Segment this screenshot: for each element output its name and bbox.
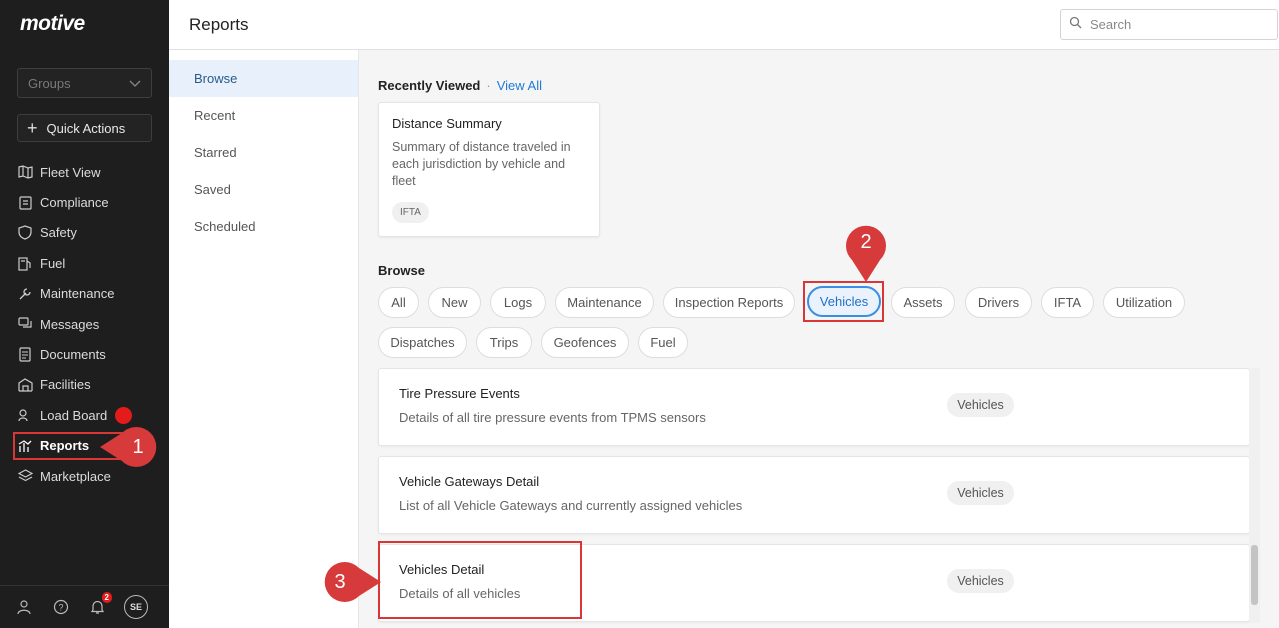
step-number: 2 [860, 231, 872, 253]
step-marker-3: 3 [317, 560, 381, 604]
motive-logo[interactable]: motive [20, 12, 85, 36]
sidebar-footer: ? 2 SE [0, 585, 169, 628]
shield-icon [17, 225, 33, 241]
sidebar-item-label: Marketplace [40, 468, 111, 484]
filter-chip-geofences[interactable]: Geofences [541, 327, 629, 358]
filter-chip-logs[interactable]: Logs [490, 287, 546, 318]
sidebar-item-label: Facilities [40, 377, 91, 393]
sidebar-item-messages[interactable]: Messages [0, 309, 169, 339]
filter-chip-dispatches[interactable]: Dispatches [378, 327, 467, 358]
step-marker-1: 1 [100, 425, 164, 469]
vehicles-detail-highlight-box [378, 541, 582, 619]
groups-select[interactable]: Groups [17, 68, 152, 98]
document-icon [17, 347, 33, 363]
filter-chip-ifta[interactable]: IFTA [1041, 287, 1094, 318]
step-number: 1 [132, 436, 144, 458]
list-item[interactable]: Tire Pressure Events Details of all tire… [378, 368, 1250, 446]
sidebar-item-label: Documents [40, 347, 106, 363]
wrench-icon [17, 286, 33, 302]
view-all-link[interactable]: View All [497, 78, 542, 93]
groups-placeholder: Groups [28, 75, 71, 91]
facility-icon [17, 377, 33, 393]
main-content: Recently Viewed · View All Distance Summar… [359, 50, 1279, 628]
messages-icon [17, 316, 33, 332]
plus-icon: + [27, 118, 38, 138]
vehicles-highlight-box [803, 281, 884, 322]
sidebar-item-label: Compliance [40, 195, 109, 211]
avatar[interactable]: SE [124, 595, 148, 619]
sidebar-item-label: Messages [40, 316, 100, 332]
sidebar-item-compliance[interactable]: Compliance [0, 187, 169, 217]
subnav-scheduled[interactable]: Scheduled [169, 208, 358, 245]
report-category-tag: Vehicles [947, 481, 1014, 505]
recently-viewed-title: Recently Viewed [378, 78, 481, 93]
reports-subnav: Browse Recent Starred Saved Scheduled [169, 50, 359, 628]
sidebar-item-fuel[interactable]: Fuel [0, 248, 169, 278]
report-category-tag: Vehicles [947, 393, 1014, 417]
card-tag: IFTA [392, 202, 429, 223]
map-icon [17, 164, 33, 180]
report-title: Tire Pressure Events [399, 386, 520, 401]
sidebar-item-label: Maintenance [40, 286, 115, 302]
notification-badge: 2 [101, 592, 112, 603]
filter-chip-assets[interactable]: Assets [891, 287, 955, 318]
report-description: Details of all tire pressure events from… [399, 410, 706, 425]
fuel-icon [17, 255, 33, 271]
chevron-down-icon [129, 76, 141, 91]
filter-chip-trips[interactable]: Trips [476, 327, 532, 358]
recent-report-card[interactable]: Distance Summary Summary of distance tra… [378, 102, 600, 237]
card-title: Distance Summary [392, 116, 502, 131]
sidebar-item-maintenance[interactable]: Maintenance [0, 279, 169, 309]
sidebar-item-label: Fuel [40, 255, 66, 271]
filter-chip-all[interactable]: All [378, 287, 419, 318]
filter-chip-maintenance[interactable]: Maintenance [555, 287, 654, 318]
list-item[interactable]: Vehicle Gateways Detail List of all Vehi… [378, 456, 1250, 534]
filter-chip-drivers[interactable]: Drivers [965, 287, 1032, 318]
search-icon [1069, 16, 1082, 34]
sidebar-item-facilities[interactable]: Facilities [0, 370, 169, 400]
recently-viewed-heading: Recently Viewed · View All [378, 78, 542, 93]
filter-chip-utilization[interactable]: Utilization [1103, 287, 1185, 318]
help-icon[interactable]: ? [52, 598, 70, 616]
user-settings-icon[interactable] [16, 598, 34, 616]
subnav-starred[interactable]: Starred [169, 134, 358, 171]
heading-separator: · [486, 78, 491, 93]
filter-chip-inspection-reports[interactable]: Inspection Reports [663, 287, 795, 318]
new-indicator-dot [115, 406, 133, 424]
svg-text:?: ? [58, 603, 63, 613]
search-input[interactable] [1090, 17, 1260, 32]
sidebar-item-label: Fleet View [40, 164, 101, 180]
step-number: 3 [334, 571, 346, 593]
notification-bell-icon[interactable]: 2 [88, 592, 112, 616]
sidebar-item-documents[interactable]: Documents [0, 339, 169, 369]
sidebar-item-label: Safety [40, 225, 77, 241]
card-description: Summary of distance traveled in each jur… [392, 140, 571, 188]
sidebar-item-safety[interactable]: Safety [0, 218, 169, 248]
page-title: Reports [189, 15, 249, 34]
app-root: motive Groups + Quick Actions Fleet View… [0, 0, 1279, 628]
report-description: List of all Vehicle Gateways and current… [399, 498, 743, 513]
subnav-browse[interactable]: Browse [169, 60, 358, 97]
quick-actions-label: Quick Actions [46, 120, 126, 136]
top-header: Reports [169, 0, 1279, 50]
clipboard-icon [17, 195, 33, 211]
subnav-recent[interactable]: Recent [169, 97, 358, 134]
filter-chip-new[interactable]: New [428, 287, 481, 318]
search-box[interactable] [1060, 9, 1278, 40]
quick-actions-button[interactable]: + Quick Actions [17, 114, 152, 142]
step-marker-2: 2 [844, 218, 888, 284]
sidebar-item-label: Load Board [40, 407, 108, 423]
report-category-tag: Vehicles [947, 569, 1014, 593]
main-sidebar: motive Groups + Quick Actions Fleet View… [0, 0, 169, 628]
subnav-saved[interactable]: Saved [169, 171, 358, 208]
sidebar-item-fleet-view[interactable]: Fleet View [0, 157, 169, 187]
browse-heading: Browse [378, 263, 425, 278]
load-board-icon [17, 407, 33, 423]
list-scrollbar-thumb[interactable] [1251, 545, 1258, 605]
marketplace-icon [17, 468, 33, 484]
report-title: Vehicle Gateways Detail [399, 474, 540, 489]
filter-chip-fuel[interactable]: Fuel [638, 327, 688, 358]
